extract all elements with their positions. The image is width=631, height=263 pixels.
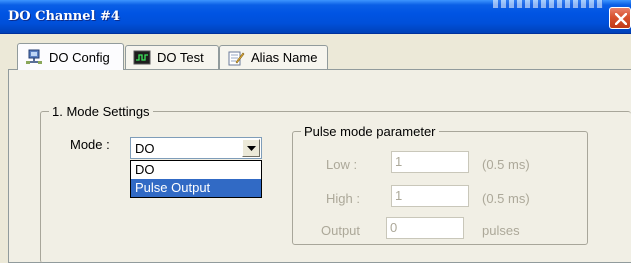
chevron-down-icon [247,146,256,151]
mode-dropdown-list: DO Pulse Output [130,160,262,198]
tab-label: DO Test [157,50,204,65]
low-unit: (0.5 ms) [482,157,530,172]
mode-option-pulse-output[interactable]: Pulse Output [131,179,261,197]
title-bar-remnant [493,0,603,8]
tab-do-config[interactable]: DO Config [17,43,124,70]
output-unit: pulses [482,223,520,238]
window-title: DO Channel #4 [8,9,120,24]
high-value: 1 [395,188,403,203]
low-value: 1 [395,154,403,169]
group-title: Pulse mode parameter [301,124,439,139]
mode-label: Mode : [70,137,110,152]
tab-label: Alias Name [251,50,318,65]
close-button[interactable] [609,7,631,29]
mode-select[interactable]: DO [130,137,262,159]
close-icon [615,13,627,25]
tab-do-test[interactable]: DO Test [125,45,219,69]
high-label: High : [326,191,360,206]
high-input[interactable]: 1 [391,185,469,207]
output-input[interactable]: 0 [386,217,464,239]
pencil-notepad-icon [227,50,245,66]
tab-label: DO Config [49,49,110,65]
output-value: 0 [390,220,398,235]
network-config-icon [25,49,43,65]
tab-alias-name[interactable]: Alias Name [219,45,328,69]
group-title: 1. Mode Settings [49,104,153,119]
title-bar[interactable]: DO Channel #4 [0,0,631,34]
high-unit: (0.5 ms) [482,191,530,206]
mode-option-do[interactable]: DO [131,161,261,179]
output-label: Output [321,223,361,238]
mode-select-value: DO [135,141,155,156]
dropdown-button[interactable] [242,139,260,157]
waveform-monitor-icon [133,50,151,66]
low-input[interactable]: 1 [391,151,469,173]
low-label: Low : [326,157,358,172]
